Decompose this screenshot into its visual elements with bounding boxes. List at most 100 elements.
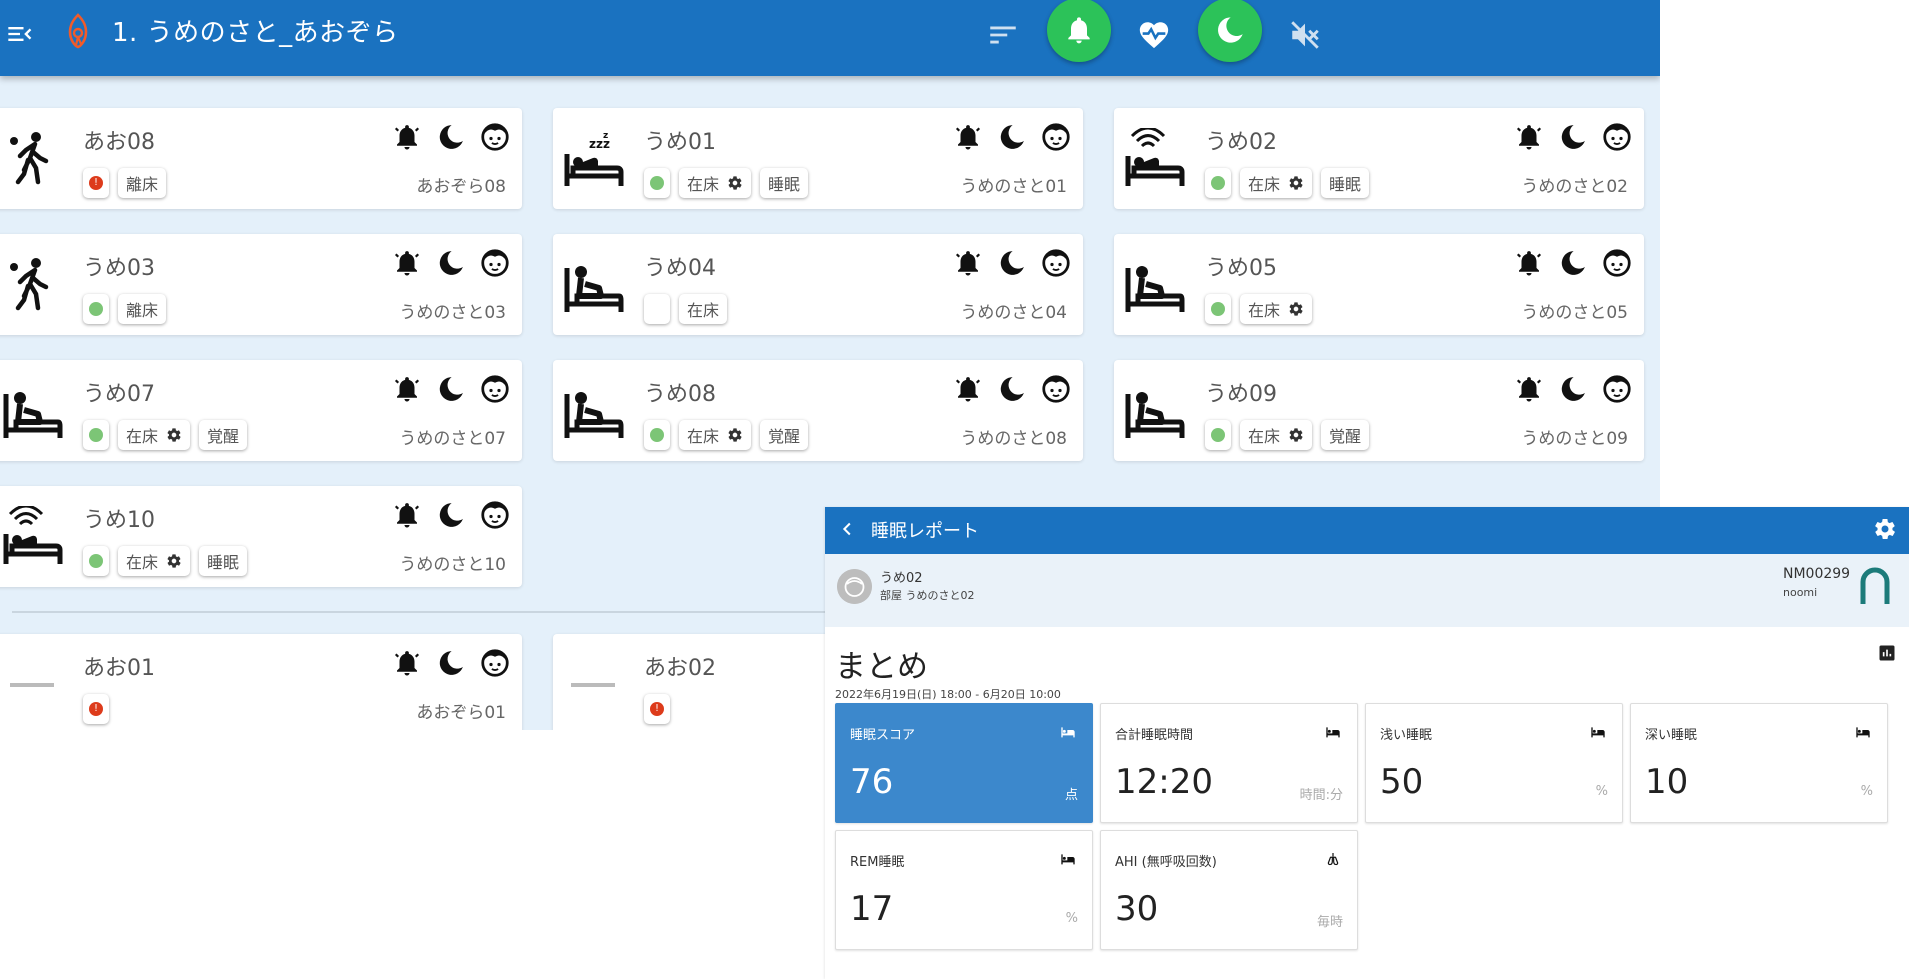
moon-icon[interactable] bbox=[436, 248, 466, 278]
face-icon[interactable] bbox=[480, 248, 510, 278]
face-icon[interactable] bbox=[480, 122, 510, 152]
metric-value: 30 bbox=[1115, 889, 1159, 929]
status-chips: 在床 睡眠 bbox=[83, 546, 248, 576]
moon-icon[interactable] bbox=[1558, 122, 1588, 152]
report-title: 睡眠レポート bbox=[871, 521, 979, 542]
back-icon[interactable] bbox=[837, 518, 859, 540]
moon-icon[interactable] bbox=[436, 648, 466, 678]
resident-state-bed-signal-icon bbox=[1125, 128, 1185, 186]
resident-state-sitting-icon bbox=[1125, 392, 1185, 438]
face-icon[interactable] bbox=[1602, 122, 1632, 152]
alert-status-ok-icon bbox=[650, 428, 664, 442]
status-chip-label: 覚醒 bbox=[1329, 427, 1362, 446]
resident-room: うめのさと10 bbox=[399, 555, 506, 575]
app-header: 1. うめのさと_あおぞら bbox=[0, 0, 1660, 76]
moon-icon[interactable] bbox=[997, 374, 1027, 404]
metric-value: 17 bbox=[850, 889, 894, 929]
moon-icon[interactable] bbox=[997, 122, 1027, 152]
alert-status-badge bbox=[83, 546, 109, 576]
resident-card[interactable]: うめ05 在床 うめのさと05 bbox=[1114, 234, 1644, 335]
resident-state-sitting-icon bbox=[1125, 266, 1185, 312]
resident-card[interactable]: うめ10 在床 睡眠 うめのさと10 bbox=[0, 486, 522, 587]
alarm-bell-icon[interactable] bbox=[392, 122, 422, 152]
alarm-bell-icon[interactable] bbox=[392, 248, 422, 278]
face-icon[interactable] bbox=[1041, 122, 1071, 152]
resident-card[interactable]: うめ03 離床 うめのさと03 bbox=[0, 234, 522, 335]
app-logo-icon bbox=[68, 13, 88, 49]
resident-card[interactable]: うめ09 在床 覚醒 うめのさと09 bbox=[1114, 360, 1644, 461]
alarm-bell-icon[interactable] bbox=[953, 248, 983, 278]
resident-card[interactable]: あお08! 離床 あおぞら08 bbox=[0, 108, 522, 209]
moon-icon[interactable] bbox=[436, 500, 466, 530]
sleep-toggle-button[interactable] bbox=[1198, 0, 1262, 62]
resident-card[interactable]: うめ08 在床 覚醒 うめのさと08 bbox=[553, 360, 1083, 461]
alert-status-ok-icon bbox=[89, 302, 103, 316]
alert-status-ok-icon bbox=[1211, 176, 1225, 190]
face-icon[interactable] bbox=[480, 648, 510, 678]
face-icon[interactable] bbox=[1041, 374, 1071, 404]
resident-state-none-icon bbox=[571, 683, 615, 687]
metric-unit: 点 bbox=[1064, 788, 1078, 803]
resident-actions bbox=[392, 248, 510, 278]
resident-card[interactable]: zzz z うめ01 在床 睡眠 うめのさと01 bbox=[553, 108, 1083, 209]
gear-icon bbox=[1289, 302, 1303, 316]
resident-actions bbox=[953, 374, 1071, 404]
metric-card[interactable]: 深い睡眠 10% bbox=[1630, 703, 1888, 823]
metric-card[interactable]: 浅い睡眠 50% bbox=[1365, 703, 1623, 823]
status-chips: 在床 覚醒 bbox=[1205, 420, 1370, 450]
svg-text:z: z bbox=[603, 131, 608, 141]
face-icon[interactable] bbox=[1602, 374, 1632, 404]
status-chips: 在床 bbox=[644, 294, 728, 324]
moon-icon[interactable] bbox=[1558, 248, 1588, 278]
alarm-bell-icon[interactable] bbox=[1514, 248, 1544, 278]
alarm-bell-icon[interactable] bbox=[392, 500, 422, 530]
settings-gear-icon[interactable] bbox=[1873, 517, 1897, 541]
resident-card[interactable]: あお01! あおぞら01 bbox=[0, 634, 522, 730]
resident-room: うめのさと09 bbox=[1521, 429, 1628, 449]
bed-icon bbox=[1061, 727, 1075, 738]
alarm-bell-icon[interactable] bbox=[392, 374, 422, 404]
resident-card[interactable]: うめ04 在床 うめのさと04 bbox=[553, 234, 1083, 335]
resident-name: あお02 bbox=[644, 656, 716, 681]
status-chip-label: 睡眠 bbox=[768, 175, 801, 194]
menu-collapse-icon[interactable] bbox=[6, 20, 34, 48]
alert-status-badge bbox=[1205, 420, 1231, 450]
resident-name: あお08 bbox=[83, 130, 155, 155]
metric-card[interactable]: REM睡眠 17% bbox=[835, 830, 1093, 950]
alarm-bell-icon[interactable] bbox=[953, 122, 983, 152]
metric-value: 10 bbox=[1645, 762, 1689, 802]
resident-name: うめ02 bbox=[1205, 130, 1277, 155]
status-chip: 離床 bbox=[118, 294, 167, 324]
face-icon[interactable] bbox=[1041, 248, 1071, 278]
alarm-toggle-button[interactable] bbox=[1047, 0, 1111, 62]
metric-label: REM睡眠 bbox=[850, 855, 905, 870]
moon-icon[interactable] bbox=[1558, 374, 1588, 404]
status-chip-label: 離床 bbox=[126, 301, 159, 320]
alarm-bell-icon[interactable] bbox=[392, 648, 422, 678]
alert-status-badge bbox=[644, 294, 670, 324]
resident-card[interactable]: うめ02 在床 睡眠 うめのさと02 bbox=[1114, 108, 1644, 209]
status-chips: ! bbox=[644, 694, 670, 724]
heartbeat-icon[interactable] bbox=[1137, 18, 1171, 52]
moon-icon[interactable] bbox=[436, 122, 466, 152]
metric-value: 12:20 bbox=[1115, 762, 1213, 802]
status-chips: ! 離床 bbox=[83, 168, 167, 198]
face-icon[interactable] bbox=[480, 374, 510, 404]
resident-card[interactable]: うめ07 在床 覚醒 うめのさと07 bbox=[0, 360, 522, 461]
chart-icon[interactable] bbox=[1877, 643, 1897, 663]
sort-icon[interactable] bbox=[986, 18, 1020, 52]
face-icon[interactable] bbox=[1602, 248, 1632, 278]
moon-icon[interactable] bbox=[436, 374, 466, 404]
face-icon[interactable] bbox=[480, 500, 510, 530]
resident-state-walking-icon bbox=[10, 258, 49, 311]
metric-card[interactable]: 合計睡眠時間 12:20 時間:分 bbox=[1100, 703, 1358, 823]
alarm-bell-icon[interactable] bbox=[953, 374, 983, 404]
moon-icon[interactable] bbox=[997, 248, 1027, 278]
alarm-bell-icon[interactable] bbox=[1514, 122, 1544, 152]
metric-card[interactable]: 睡眠スコア 76 点 bbox=[835, 703, 1093, 823]
sound-off-icon[interactable] bbox=[1288, 18, 1322, 52]
alert-status-ok-icon bbox=[89, 428, 103, 442]
metric-card[interactable]: AHI (無呼吸回数) 30 毎時 bbox=[1100, 830, 1358, 950]
status-chip: 睡眠 bbox=[199, 546, 248, 576]
alarm-bell-icon[interactable] bbox=[1514, 374, 1544, 404]
